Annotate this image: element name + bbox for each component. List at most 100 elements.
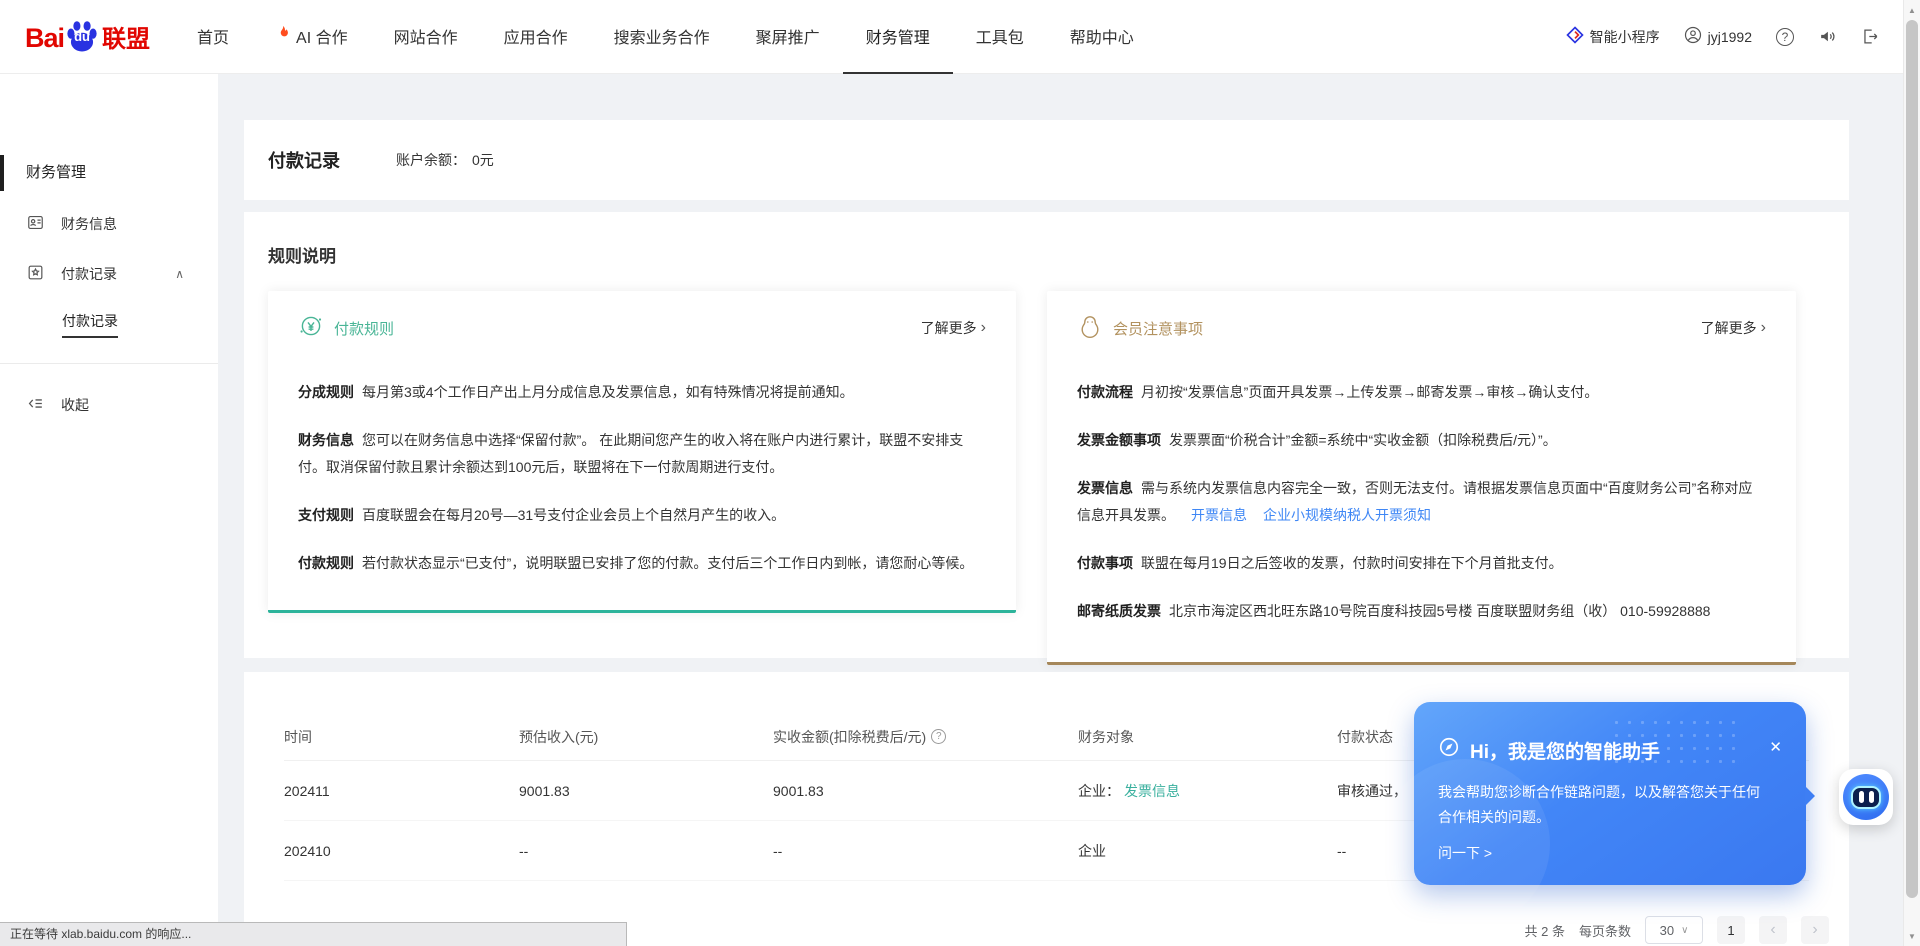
decorative-bubble — [1380, 759, 1550, 929]
caret-down-icon: ∨ — [1681, 925, 1688, 936]
cell-entity: 企业 — [1078, 841, 1337, 861]
member-notes-more-link[interactable]: 了解更多› — [1701, 318, 1766, 338]
sidebar-collapse-button[interactable]: 收起 — [0, 390, 218, 420]
id-card-icon — [26, 213, 45, 235]
cell-time: 202410 — [284, 843, 519, 859]
member-notes-card-header: 会员注意事项 了解更多› — [1077, 291, 1766, 365]
decorative-dots — [1610, 716, 1740, 766]
logo-du-text: du — [65, 29, 99, 44]
logout-icon[interactable] — [1861, 27, 1880, 46]
assistant-popup: Hi，我是您的智能助手 ✕ 我会帮助您诊断合作链路问题，以及解答您关于任何合作相… — [1414, 702, 1806, 885]
penguin-icon — [1077, 313, 1103, 344]
logo-bai-text: Bai — [25, 23, 64, 54]
nav-item-app[interactable]: 应用合作 — [481, 0, 591, 74]
nav-item-toolkit[interactable]: 工具包 — [953, 0, 1047, 74]
user-account[interactable]: jyj1992 — [1684, 26, 1752, 47]
page-number-1[interactable]: 1 — [1717, 916, 1745, 944]
note-item: 付款事项联盟在每月19日之后签收的发票，付款时间安排在下个月首批支付。 — [1077, 550, 1766, 577]
browser-status-bar: 正在等待 xlab.baidu.com 的响应... — [0, 922, 627, 946]
scrollbar-thumb[interactable] — [1906, 20, 1918, 898]
vertical-scrollbar[interactable]: ▲ ▼ — [1903, 0, 1920, 946]
smart-program-icon — [1566, 26, 1584, 47]
chevron-right-icon: › — [1761, 319, 1766, 337]
collapse-left-icon — [26, 394, 45, 416]
rule-item: 支付规则百度联盟会在每月20号—31号支付企业会员上个自然月产生的收入。 — [298, 502, 986, 529]
pagination: 共 2 条 每页条数 30 ∨ 1 ‹ › — [1525, 916, 1829, 944]
scroll-down-arrow-icon[interactable]: ▼ — [1904, 928, 1920, 944]
sidebar: 财务管理 财务信息 付款记录 ∧ 付款记录 — [0, 74, 218, 946]
nav-item-screen[interactable]: 聚屏推广 — [733, 0, 843, 74]
sidebar-divider — [0, 363, 218, 364]
invoice-info-link[interactable]: 开票信息 — [1191, 507, 1247, 523]
rule-item: 付款规则若付款状态显示“已支付”，说明联盟已安排了您的付款。支付后三个工作日内到… — [298, 550, 986, 577]
prev-page-button[interactable]: ‹ — [1759, 916, 1787, 944]
nav-item-help[interactable]: 帮助中心 — [1047, 0, 1157, 74]
invoice-info-table-link[interactable]: 发票信息 — [1124, 783, 1180, 799]
total-count: 共 2 条 — [1525, 921, 1565, 940]
help-icon[interactable]: ? — [1776, 28, 1794, 46]
sidebar-item-payment-record[interactable]: 付款记录 ∧ — [0, 259, 218, 289]
note-item: 发票信息需与系统内发票信息内容完全一致，否则无法支付。请根据发票信息页面中“百度… — [1077, 475, 1766, 529]
next-page-button[interactable]: › — [1801, 916, 1829, 944]
chevron-up-icon[interactable]: ∧ — [175, 267, 184, 281]
member-notes-title: 会员注意事项 — [1113, 318, 1203, 339]
announcement-sound-icon[interactable] — [1818, 27, 1837, 46]
nav-item-ai[interactable]: AI 合作 — [252, 0, 371, 74]
baidu-union-logo[interactable]: Bai du 联盟 — [25, 19, 150, 54]
rules-panel: 规则说明 付款规则 — [244, 212, 1849, 658]
logo-union-text: 联盟 — [102, 19, 150, 54]
sidebar-group-finance-management[interactable]: 财务管理 — [0, 158, 218, 188]
page-title: 付款记录 — [268, 147, 340, 173]
scroll-up-arrow-icon[interactable]: ▲ — [1904, 2, 1920, 18]
top-nav: Bai du 联盟 首页 — [0, 0, 1920, 74]
rule-cards: 付款规则 了解更多› 分成规则每月第3或4个工作日产出上月分成信息及发票信息，如… — [268, 291, 1825, 665]
note-item: 邮寄纸质发票北京市海淀区西北旺东路10号院百度科技园5号楼 百度联盟财务组（收）… — [1077, 598, 1766, 625]
smart-program-link[interactable]: 智能小程序 — [1566, 26, 1660, 47]
baidu-paw-icon: du — [65, 20, 99, 54]
cell-entity: 企业：发票信息 — [1078, 781, 1337, 801]
column-help-icon[interactable]: ? — [931, 729, 946, 744]
payment-rules-card: 付款规则 了解更多› 分成规则每月第3或4个工作日产出上月分成信息及发票信息，如… — [268, 291, 1016, 613]
cell-estimated: -- — [519, 843, 773, 859]
robot-avatar-icon — [1843, 774, 1889, 820]
coin-yuan-icon — [298, 313, 324, 344]
per-page-label: 每页条数 — [1579, 921, 1631, 940]
cell-actual: -- — [773, 843, 1078, 859]
small-taxpayer-notice-link[interactable]: 企业小规模纳税人开票须知 — [1263, 507, 1431, 523]
col-estimated-income: 预估收入(元) — [519, 727, 773, 747]
chevron-right-icon: › — [981, 319, 986, 337]
close-icon[interactable]: ✕ — [1769, 738, 1782, 756]
per-page-select[interactable]: 30 ∨ — [1645, 916, 1703, 944]
cell-time: 202411 — [284, 783, 519, 799]
rule-item: 分成规则每月第3或4个工作日产出上月分成信息及发票信息，如有特殊情况将提前通知。 — [298, 379, 986, 406]
note-item: 发票金额事项发票票面“价税合计”金额=系统中“实收金额（扣除税费后/元）”。 — [1077, 427, 1766, 454]
account-balance: 账户余额：0元 — [396, 150, 494, 170]
rule-item: 财务信息您可以在财务信息中选择“保留付款”。 在此期间您产生的收入将在账户内进行… — [298, 427, 986, 481]
nav-item-search-biz[interactable]: 搜索业务合作 — [591, 0, 733, 74]
balance-value: 0元 — [472, 152, 494, 168]
flame-icon — [275, 24, 291, 47]
nav-item-website[interactable]: 网站合作 — [371, 0, 481, 74]
payment-rules-card-header: 付款规则 了解更多› — [298, 291, 986, 365]
nav-item-finance[interactable]: 财务管理 — [843, 0, 953, 74]
page: Bai du 联盟 首页 — [0, 0, 1920, 946]
col-actual-amount: 实收金额(扣除税费后/元) ? — [773, 727, 1078, 747]
col-time: 时间 — [284, 727, 519, 747]
col-finance-entity: 财务对象 — [1078, 727, 1337, 747]
sidebar-subitem-payment-record-active[interactable]: 付款记录 — [0, 309, 218, 339]
sidebar-item-finance-info[interactable]: 财务信息 — [0, 209, 218, 239]
user-icon — [1684, 26, 1702, 47]
active-group-indicator — [0, 155, 4, 191]
note-item: 付款流程月初按“发票信息”页面开具发票→上传发票→邮寄发票→审核→确认支付。 — [1077, 379, 1766, 406]
payment-rules-more-link[interactable]: 了解更多› — [921, 318, 986, 338]
cell-estimated: 9001.83 — [519, 783, 773, 799]
payment-rules-body: 分成规则每月第3或4个工作日产出上月分成信息及发票信息，如有特殊情况将提前通知。… — [298, 379, 986, 577]
payment-rules-title: 付款规则 — [334, 318, 394, 339]
nav-right-cluster: 智能小程序 jyj1992 ? — [1566, 26, 1880, 47]
assistant-robot-button[interactable] — [1839, 769, 1893, 825]
main-nav: 首页 AI 合作 网站合作 应用合作 搜索业务合作 聚屏推广 财务管理 工具包 … — [174, 0, 1157, 74]
member-notes-body: 付款流程月初按“发票信息”页面开具发票→上传发票→邮寄发票→审核→确认支付。 发… — [1077, 379, 1766, 625]
payment-record-badge-icon — [26, 263, 45, 285]
nav-item-home[interactable]: 首页 — [174, 0, 252, 74]
cell-actual: 9001.83 — [773, 783, 1078, 799]
